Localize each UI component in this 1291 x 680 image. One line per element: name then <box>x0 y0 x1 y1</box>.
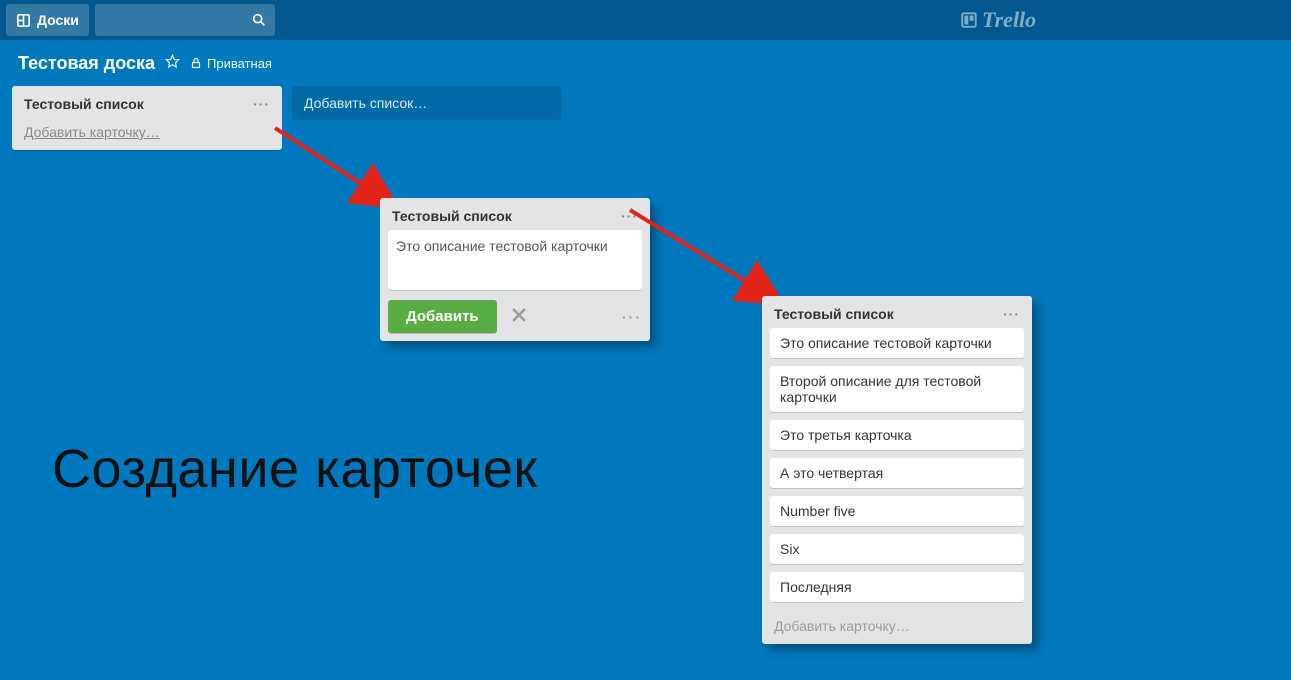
list-menu-button[interactable]: ··· <box>253 96 270 112</box>
trello-logo-text: Trello <box>982 7 1036 33</box>
list-stage3: Тестовый список ··· Это описание тестово… <box>762 296 1032 644</box>
board-canvas: Тестовый список ··· Добавить карточку… Д… <box>0 86 1291 150</box>
composer-actions: Добавить ··· <box>388 300 642 333</box>
card[interactable]: А это четвертая <box>770 458 1024 488</box>
lock-icon <box>190 57 202 69</box>
star-icon <box>165 54 180 69</box>
list-title[interactable]: Тестовый список <box>24 96 144 112</box>
add-card-link[interactable]: Добавить карточку… <box>20 118 274 142</box>
search-input[interactable] <box>95 4 275 36</box>
add-button[interactable]: Добавить <box>388 300 497 333</box>
cancel-button[interactable] <box>509 305 529 328</box>
board-icon <box>16 13 31 28</box>
composer-options-button[interactable]: ··· <box>622 309 642 325</box>
slide-caption: Создание карточек <box>52 438 538 500</box>
trello-logo-icon <box>960 11 978 29</box>
trello-logo[interactable]: Trello <box>960 7 1036 33</box>
search-icon <box>251 12 267 28</box>
add-card-link[interactable]: Добавить карточку… <box>770 610 1024 636</box>
cards-container: Это описание тестовой карточки Второй опи… <box>770 328 1024 602</box>
app-header: Доски Trello <box>0 0 1291 40</box>
privacy-button[interactable]: Приватная <box>190 56 272 71</box>
card[interactable]: Six <box>770 534 1024 564</box>
list-title[interactable]: Тестовый список <box>774 306 894 322</box>
boards-button-label: Доски <box>37 12 79 28</box>
list-stage1: Тестовый список ··· Добавить карточку… <box>12 86 282 150</box>
card[interactable]: Второй описание для тестовой карточки <box>770 366 1024 412</box>
composer-text: Это описание тестовой карточки <box>396 238 608 254</box>
close-icon <box>509 305 529 325</box>
board-name[interactable]: Тестовая доска <box>18 53 155 74</box>
card[interactable]: Это описание тестовой карточки <box>770 328 1024 358</box>
card[interactable]: Это третья карточка <box>770 420 1024 450</box>
add-list-label: Добавить список… <box>304 95 427 111</box>
list-title[interactable]: Тестовый список <box>392 208 512 224</box>
card[interactable]: Последняя <box>770 572 1024 602</box>
card[interactable]: Number five <box>770 496 1024 526</box>
boards-button[interactable]: Доски <box>6 4 89 36</box>
list-menu-button[interactable]: ··· <box>1003 306 1020 322</box>
list-menu-button[interactable]: ··· <box>621 208 638 224</box>
privacy-label: Приватная <box>207 56 272 71</box>
add-list-button[interactable]: Добавить список… <box>292 86 562 120</box>
board-header: Тестовая доска Приватная <box>0 40 1291 86</box>
list-stage2: Тестовый список ··· Это описание тестово… <box>380 198 650 341</box>
card-composer-textarea[interactable]: Это описание тестовой карточки <box>388 230 642 290</box>
star-button[interactable] <box>165 54 180 72</box>
